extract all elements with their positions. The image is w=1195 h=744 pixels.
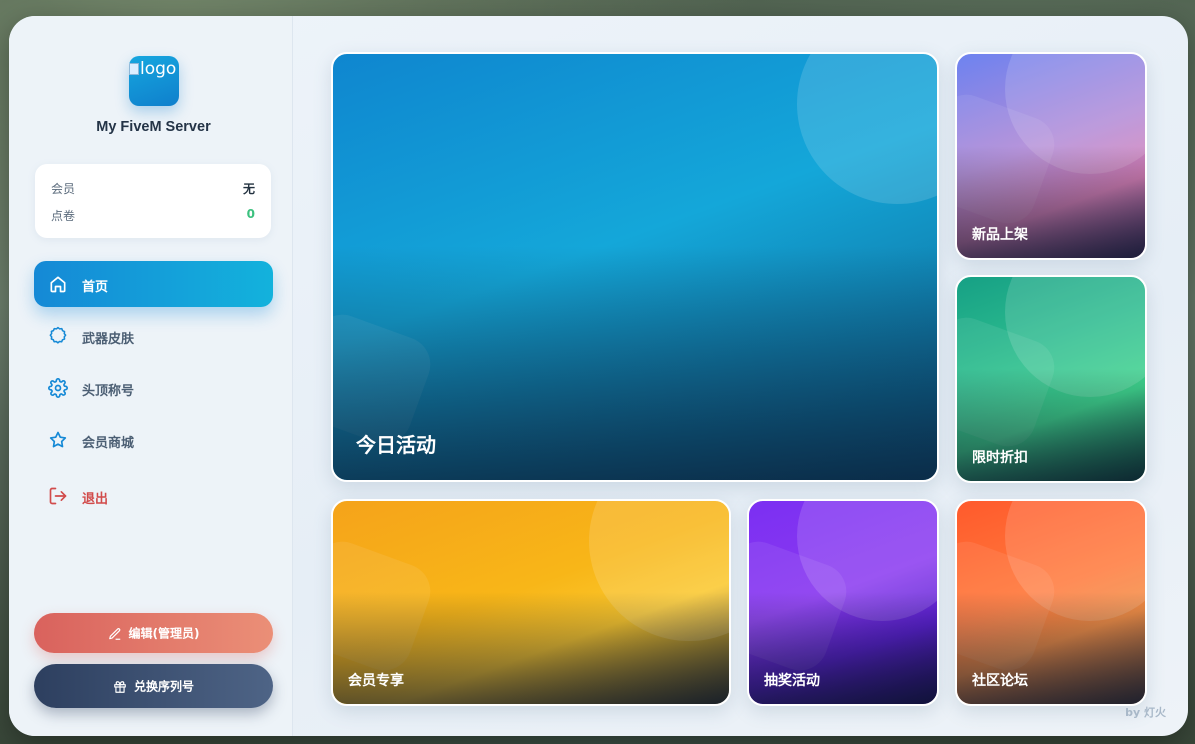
logo-alt-text: logo xyxy=(140,59,177,79)
tile-forum[interactable]: 社区论坛 xyxy=(955,499,1147,706)
edit-admin-button[interactable]: 编辑(管理员) xyxy=(34,613,273,653)
logo-image: logo xyxy=(129,56,179,106)
stat-row-points: 点卷 0 xyxy=(51,207,255,225)
pencil-icon xyxy=(108,627,120,640)
gift-icon xyxy=(114,680,126,693)
nav-item-logout[interactable]: 退出 xyxy=(34,473,273,519)
points-label: 点卷 xyxy=(51,209,76,223)
tile-new-items[interactable]: 新品上架 xyxy=(955,52,1147,260)
settings-icon xyxy=(48,378,68,398)
tile-title-today: 今日活动 xyxy=(356,433,436,457)
redeem-code-button[interactable]: 兑换序列号 xyxy=(34,664,273,708)
tile-title-forum: 社区论坛 xyxy=(972,673,1028,689)
tile-title-lottery: 抽奖活动 xyxy=(764,673,820,689)
tile-title-discount: 限时折扣 xyxy=(972,450,1028,466)
tile-discount[interactable]: 限时折扣 xyxy=(955,275,1147,483)
nav-label-title: 头顶称号 xyxy=(82,384,135,399)
server-name: My FiveM Server xyxy=(96,119,211,135)
points-value: 0 xyxy=(246,207,255,221)
decor-circle xyxy=(797,54,937,204)
star-icon xyxy=(49,431,67,448)
stat-row-membership: 会员 无 xyxy=(51,180,255,198)
nav-label-weapon-skins: 武器皮肤 xyxy=(82,332,135,347)
tile-today-events[interactable]: 今日活动 xyxy=(331,52,939,482)
logo: logo xyxy=(129,56,179,106)
tile-title-vip: 会员专享 xyxy=(348,673,404,689)
sidebar: logo My FiveM Server 会员 无 点卷 0 首页 武器皮肤 头… xyxy=(9,16,293,736)
gear-badge-icon xyxy=(49,326,67,344)
logout-icon xyxy=(49,487,67,505)
tile-vip-exclusive[interactable]: 会员专享 xyxy=(331,499,731,706)
stats-card: 会员 无 点卷 0 xyxy=(35,164,271,238)
tile-lottery[interactable]: 抽奖活动 xyxy=(747,499,939,706)
nav-item-home[interactable]: 首页 xyxy=(34,261,273,307)
app-window: logo My FiveM Server 会员 无 点卷 0 首页 武器皮肤 头… xyxy=(9,16,1188,736)
redeem-code-label: 兑换序列号 xyxy=(133,679,194,694)
nav-label-home: 首页 xyxy=(82,280,109,295)
membership-value: 无 xyxy=(242,182,255,196)
tile-title-new-items: 新品上架 xyxy=(972,227,1028,243)
footer-credit: by 灯火 xyxy=(1125,706,1166,719)
membership-label: 会员 xyxy=(51,182,76,196)
nav-item-title[interactable]: 头顶称号 xyxy=(34,365,273,411)
home-icon xyxy=(50,276,66,293)
nav-item-vip-shop[interactable]: 会员商城 xyxy=(34,417,273,463)
nav-label-vip-shop: 会员商城 xyxy=(82,436,135,451)
nav-item-weapon-skins[interactable]: 武器皮肤 xyxy=(34,313,273,359)
broken-image-icon xyxy=(129,63,139,75)
nav-label-logout: 退出 xyxy=(82,492,109,507)
edit-admin-label: 编辑(管理员) xyxy=(128,626,200,641)
